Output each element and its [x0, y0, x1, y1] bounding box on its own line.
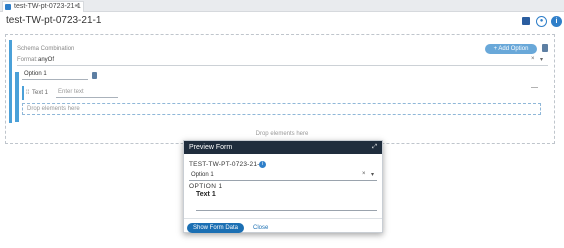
- schema-label: Schema Combination: [17, 46, 75, 52]
- form-icon: [5, 4, 11, 10]
- text-field-label: Text 1: [196, 191, 216, 198]
- modal-title: Preview Form: [189, 144, 233, 151]
- option-select[interactable]: Option 1: [189, 171, 377, 181]
- schema-bar: [9, 40, 12, 123]
- clear-icon[interactable]: ×: [531, 56, 535, 62]
- more-options-icon[interactable]: —: [531, 84, 538, 91]
- save-icon[interactable]: [522, 17, 530, 25]
- chevron-down-icon[interactable]: ▾: [540, 56, 543, 63]
- modal-header: Preview Form ⤢: [184, 141, 382, 154]
- format-select[interactable]: anyOf: [38, 57, 54, 63]
- close-button[interactable]: Close: [253, 223, 268, 233]
- add-option-button[interactable]: + Add Option: [485, 44, 537, 54]
- show-form-data-button[interactable]: Show Form Data: [187, 223, 244, 233]
- chevron-down-icon[interactable]: ▾: [371, 171, 374, 178]
- expand-icon[interactable]: ⤢: [372, 141, 377, 154]
- tab-bar: test-TW-pt-0723-21-1 ×: [0, 0, 564, 12]
- divider: [184, 218, 382, 219]
- text-field-input[interactable]: [196, 201, 377, 211]
- clear-icon[interactable]: ×: [362, 171, 366, 177]
- outer-drop-zone[interactable]: Drop elements here: [0, 131, 564, 137]
- text-element-label: Text 1: [32, 90, 49, 96]
- text-element-bar: [22, 86, 24, 100]
- format-underline: [17, 65, 548, 66]
- close-icon[interactable]: ×: [75, 2, 79, 12]
- page-title: test-TW-pt-0723-21-1: [6, 15, 102, 26]
- option-bar: [15, 72, 19, 122]
- format-label: Format:: [17, 57, 38, 63]
- preview-eye-icon[interactable]: ●: [536, 16, 547, 27]
- option-heading: OPTION 1: [189, 183, 223, 190]
- preview-form-modal: Preview Form ⤢ TEST-TW-PT-0723-21-1 i Op…: [183, 140, 383, 233]
- drag-handle-icon[interactable]: ⁞⁞: [26, 90, 29, 96]
- delete-option-trash-icon[interactable]: [92, 72, 97, 79]
- info-icon[interactable]: i: [259, 161, 266, 168]
- delete-schema-trash-icon[interactable]: [542, 44, 548, 52]
- inner-drop-zone[interactable]: Drop elements here: [22, 103, 541, 115]
- form-title: TEST-TW-PT-0723-21-1: [189, 161, 264, 168]
- info-icon[interactable]: i: [551, 16, 562, 27]
- tab-label: test-TW-pt-0723-21-1: [14, 3, 81, 10]
- title-bar: test-TW-pt-0723-21-1 ● i: [0, 12, 564, 30]
- tab-test-form[interactable]: test-TW-pt-0723-21-1 ×: [2, 1, 84, 12]
- text-element-input[interactable]: Enter text: [56, 89, 118, 98]
- option-name-input[interactable]: Option 1: [22, 70, 88, 80]
